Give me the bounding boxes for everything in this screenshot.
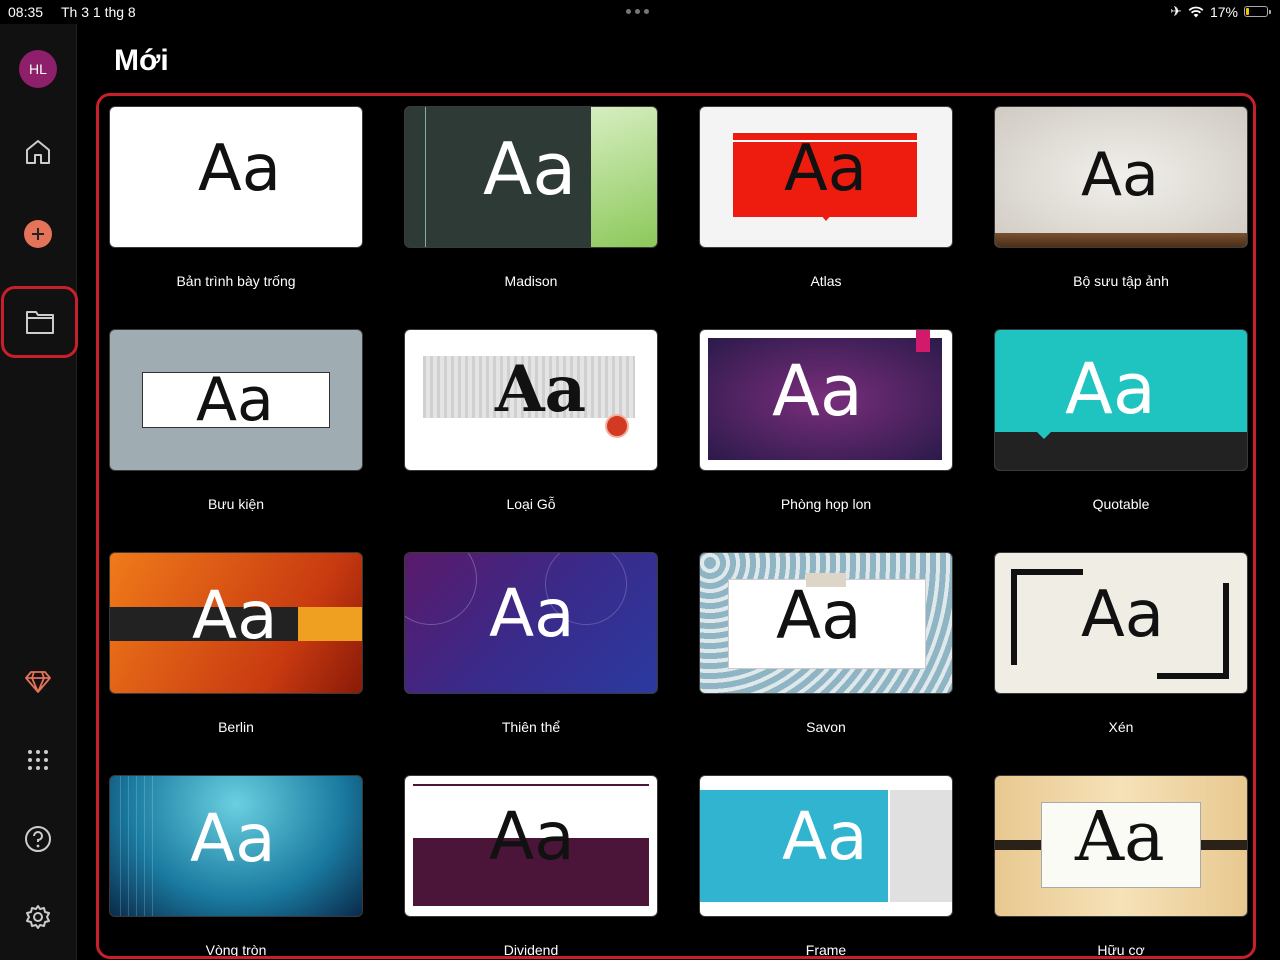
template-name: Bộ sưu tập ảnh: [1073, 273, 1169, 289]
battery-icon: [1244, 6, 1271, 17]
status-time: 08:35: [8, 4, 44, 20]
template-sample-text: Aa: [495, 352, 587, 427]
template-card-frame[interactable]: Aa Frame: [699, 775, 953, 956]
help-button[interactable]: [14, 815, 62, 863]
template-name: Loại Gỗ: [506, 496, 556, 512]
folder-icon: [25, 311, 54, 334]
template-card-parcel[interactable]: Aa Bưu kiện: [109, 329, 363, 512]
template-card-blank[interactable]: Aa Bản trình bày trống: [109, 106, 363, 289]
template-thumbnail: Aa: [109, 552, 363, 694]
template-sample-text: Aa: [198, 132, 281, 206]
template-thumbnail: Aa: [404, 775, 658, 917]
avatar-initials: HL: [29, 61, 47, 77]
template-thumbnail: Aa: [699, 106, 953, 248]
plus-icon: [24, 220, 52, 248]
new-button[interactable]: [14, 210, 62, 258]
template-thumbnail: Aa: [994, 775, 1248, 917]
template-name: Quotable: [1092, 496, 1150, 512]
template-sample-text: Aa: [1081, 140, 1159, 210]
page-title: Mới: [114, 44, 169, 77]
template-gallery: Aa Bản trình bày trống Aa Madison Aa Atl…: [96, 93, 1256, 959]
wifi-icon: [1188, 6, 1204, 17]
template-card-quotable[interactable]: Aa Quotable: [994, 329, 1248, 512]
template-card-dividend[interactable]: Aa Dividend: [404, 775, 658, 956]
airplane-icon: ✈: [1170, 3, 1182, 19]
template-card-photo-album[interactable]: Aa Bộ sưu tập ảnh: [994, 106, 1248, 289]
home-button[interactable]: [14, 128, 62, 176]
template-sample-text: Aa: [784, 132, 867, 206]
status-date: Th 3 1 thg 8: [61, 4, 136, 20]
template-thumbnail: Aa: [699, 552, 953, 694]
settings-button[interactable]: [14, 893, 62, 941]
template-card-wood-type[interactable]: Aa Loại Gỗ: [404, 329, 658, 512]
template-thumbnail: Aa: [404, 329, 658, 471]
template-card-celestial[interactable]: Aa Thiên thể: [404, 552, 658, 735]
status-bar: 08:35 Th 3 1 thg 8 ✈ 17%: [0, 0, 1280, 24]
avatar[interactable]: HL: [19, 50, 57, 88]
battery-percent: 17%: [1209, 3, 1238, 20]
home-icon: [26, 140, 50, 164]
template-name: Frame: [805, 942, 847, 958]
template-card-boardroom[interactable]: Aa Phòng họp lon: [699, 329, 953, 512]
template-sample-text: Aa: [772, 350, 863, 432]
template-name: Berlin: [218, 719, 254, 735]
template-sample-text: Aa: [776, 577, 862, 654]
apps-button[interactable]: [14, 736, 62, 784]
multitasking-dots-icon[interactable]: [626, 9, 649, 14]
template-name: Thiên thể: [501, 719, 561, 735]
template-card-madison[interactable]: Aa Madison: [404, 106, 658, 289]
apps-grid-icon: [28, 750, 48, 770]
template-name: Bản trình bày trống: [176, 273, 296, 289]
template-sample-text: Aa: [782, 798, 868, 875]
template-name: Xén: [1108, 719, 1134, 735]
template-sample-text: Aa: [1075, 798, 1165, 877]
template-sample-text: Aa: [489, 575, 575, 652]
template-card-berlin[interactable]: Aa Berlin: [109, 552, 363, 735]
template-name: Madison: [504, 273, 558, 289]
template-name: Atlas: [810, 273, 842, 289]
template-sample-text: Aa: [196, 365, 274, 435]
template-thumbnail: Aa: [404, 106, 658, 248]
template-card-organic[interactable]: Aa Hữu cơ: [994, 775, 1248, 956]
template-card-circuit[interactable]: Aa Vòng tròn: [109, 775, 363, 956]
gear-icon: [26, 905, 50, 929]
template-thumbnail: Aa: [994, 552, 1248, 694]
template-name: Dividend: [503, 942, 559, 958]
template-thumbnail: Aa: [699, 775, 953, 917]
template-sample-text: Aa: [1065, 348, 1156, 430]
template-thumbnail: Aa: [109, 106, 363, 248]
template-name: Hữu cơ: [1097, 942, 1145, 958]
template-thumbnail: Aa: [994, 329, 1248, 471]
premium-button[interactable]: [14, 658, 62, 706]
diamond-icon: [25, 671, 51, 693]
open-files-button[interactable]: [1, 286, 78, 358]
template-thumbnail: Aa: [109, 329, 363, 471]
template-thumbnail: Aa: [404, 552, 658, 694]
template-name: Savon: [806, 719, 846, 735]
template-sample-text: Aa: [192, 577, 278, 654]
template-sample-text: Aa: [483, 127, 577, 211]
sidebar: HL: [0, 24, 78, 960]
template-card-savon[interactable]: Aa Savon: [699, 552, 953, 735]
template-card-crop[interactable]: Aa Xén: [994, 552, 1248, 735]
template-thumbnail: Aa: [994, 106, 1248, 248]
template-sample-text: Aa: [1081, 578, 1164, 652]
template-sample-text: Aa: [190, 800, 276, 877]
template-name: Vòng tròn: [205, 942, 267, 958]
template-thumbnail: Aa: [699, 329, 953, 471]
template-sample-text: Aa: [489, 798, 575, 875]
template-thumbnail: Aa: [109, 775, 363, 917]
template-name: Bưu kiện: [207, 496, 265, 512]
help-icon: [25, 826, 51, 852]
template-card-atlas[interactable]: Aa Atlas: [699, 106, 953, 289]
template-name: Phòng họp lon: [780, 496, 872, 512]
